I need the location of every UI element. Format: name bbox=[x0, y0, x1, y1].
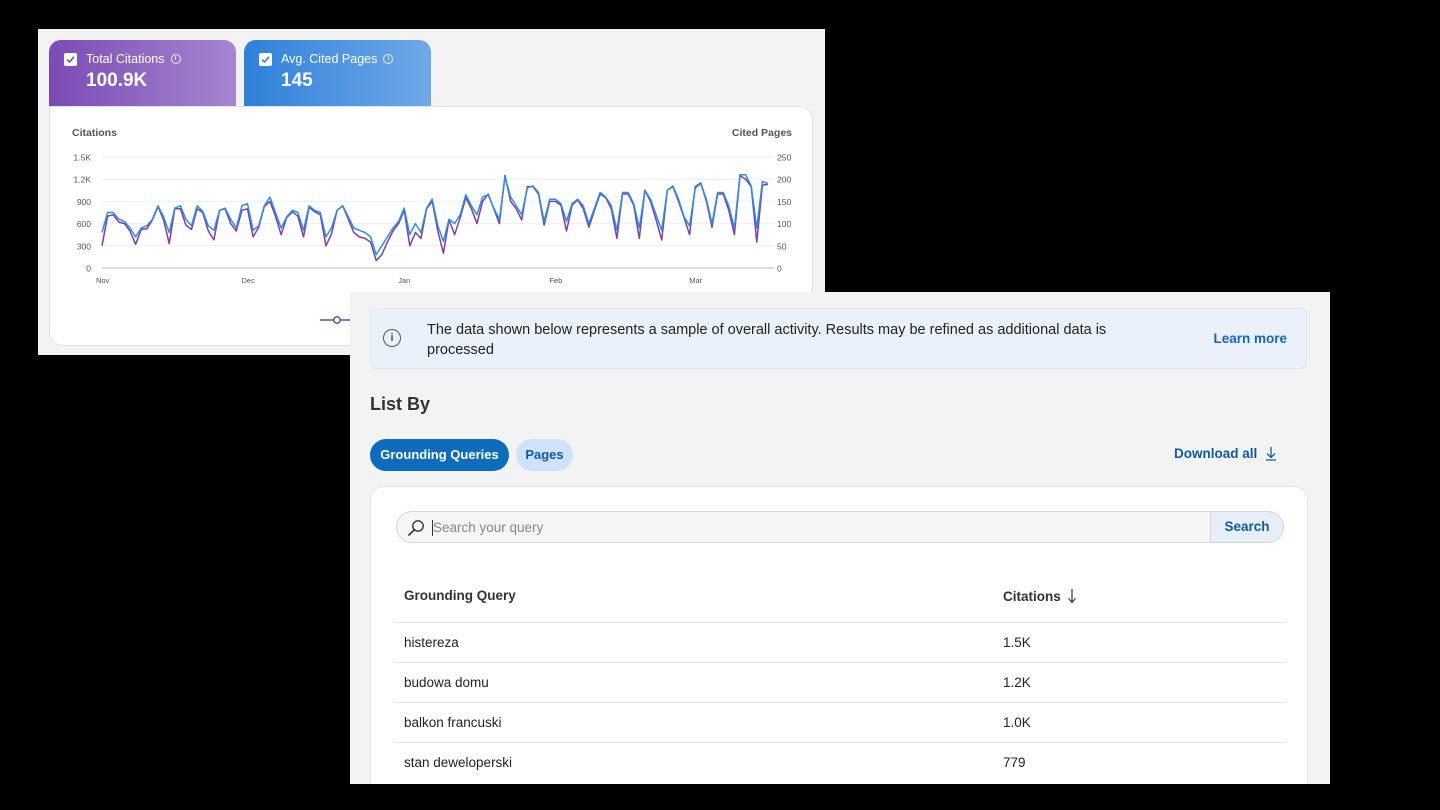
total-citations-label: Total Citations bbox=[86, 52, 165, 66]
column-header-citations-label: Citations bbox=[1003, 588, 1061, 604]
query-table-card: Search Grounding Query Citations histere… bbox=[370, 486, 1308, 784]
column-header-citations[interactable]: Citations bbox=[1003, 588, 1077, 604]
citations-cell: 779 bbox=[1003, 755, 1026, 770]
total-citations-checkbox[interactable] bbox=[64, 52, 77, 66]
avg-cited-pages-checkbox[interactable] bbox=[259, 52, 272, 66]
avg-cited-pages-label: Avg. Cited Pages bbox=[281, 52, 378, 66]
left-tick-label: 0 bbox=[86, 264, 91, 274]
total-citations-value: 100.9K bbox=[86, 70, 148, 91]
left-axis-label: Citations bbox=[72, 127, 117, 139]
citations-cell: 1.2K bbox=[1003, 675, 1031, 690]
table-row[interactable]: histereza 1.5K bbox=[394, 622, 1286, 663]
list-by-title: List By bbox=[370, 394, 431, 414]
table-row[interactable]: budowa domu 1.2K bbox=[394, 662, 1286, 703]
right-tick-label: 250 bbox=[777, 153, 791, 163]
query-cell: histereza bbox=[404, 635, 459, 650]
tab-pages[interactable]: Pages bbox=[516, 439, 573, 471]
search-input[interactable] bbox=[433, 512, 1193, 542]
download-icon bbox=[1266, 447, 1277, 461]
info-icon[interactable]: i bbox=[170, 54, 181, 64]
total-citations-card[interactable]: Total Citations i 100.9K bbox=[49, 40, 236, 106]
right-tick-label: 100 bbox=[777, 219, 791, 229]
banner-text: The data shown below represents a sample… bbox=[427, 322, 1107, 358]
left-tick-label: 1.2K bbox=[74, 175, 92, 185]
left-tick-label: 600 bbox=[77, 219, 91, 229]
left-tick-label: 900 bbox=[77, 197, 91, 207]
learn-more-link[interactable]: Learn more bbox=[1213, 331, 1287, 346]
table-row[interactable]: balkon francuski 1.0K bbox=[394, 702, 1286, 743]
column-header-grounding-query[interactable]: Grounding Query bbox=[404, 588, 516, 603]
download-all-button[interactable]: Download all bbox=[1174, 446, 1277, 461]
search-icon bbox=[407, 520, 424, 537]
info-circle-icon: i bbox=[383, 329, 401, 347]
query-cell: balkon francuski bbox=[404, 715, 502, 730]
right-tick-label: 50 bbox=[777, 241, 787, 251]
info-banner: i The data shown below represents a samp… bbox=[370, 308, 1307, 369]
series-line-avg-cited-pages bbox=[101, 174, 769, 256]
citations-cell: 1.0K bbox=[1003, 715, 1031, 730]
avg-cited-pages-value: 145 bbox=[281, 70, 313, 91]
x-tick-label: Jan bbox=[398, 276, 410, 285]
legend-marker-total-citations bbox=[333, 316, 341, 324]
list-panel: i The data shown below represents a samp… bbox=[350, 292, 1330, 784]
citations-cell: 1.5K bbox=[1003, 635, 1031, 650]
series-line-total-citations bbox=[101, 174, 769, 262]
tab-grounding-queries[interactable]: Grounding Queries bbox=[370, 439, 509, 471]
right-tick-label: 0 bbox=[777, 264, 782, 274]
sort-descending-icon bbox=[1067, 589, 1076, 604]
right-tick-label: 150 bbox=[777, 197, 791, 207]
x-tick-label: Feb bbox=[549, 276, 562, 285]
total-citations-header: Total Citations i bbox=[64, 52, 236, 66]
table-row[interactable]: stan deweloperski 779 bbox=[394, 742, 1286, 783]
search-box[interactable] bbox=[396, 511, 1210, 543]
download-all-label: Download all bbox=[1174, 446, 1258, 461]
info-icon[interactable]: i bbox=[383, 54, 394, 64]
query-cell: stan deweloperski bbox=[404, 755, 513, 770]
avg-cited-pages-header: Avg. Cited Pages i bbox=[259, 52, 431, 66]
left-tick-label: 300 bbox=[77, 241, 91, 251]
x-tick-label: Mar bbox=[689, 276, 702, 285]
left-tick-label: 1.5K bbox=[74, 153, 92, 163]
search-button[interactable]: Search bbox=[1210, 511, 1284, 543]
check-icon bbox=[66, 55, 75, 63]
right-tick-label: 200 bbox=[777, 175, 791, 185]
check-icon bbox=[261, 55, 270, 63]
right-axis-label: Cited Pages bbox=[732, 127, 792, 139]
x-tick-label: Nov bbox=[96, 276, 110, 285]
avg-cited-pages-card[interactable]: Avg. Cited Pages i 145 bbox=[244, 40, 431, 106]
x-tick-label: Dec bbox=[242, 276, 256, 285]
query-cell: budowa domu bbox=[404, 675, 489, 690]
